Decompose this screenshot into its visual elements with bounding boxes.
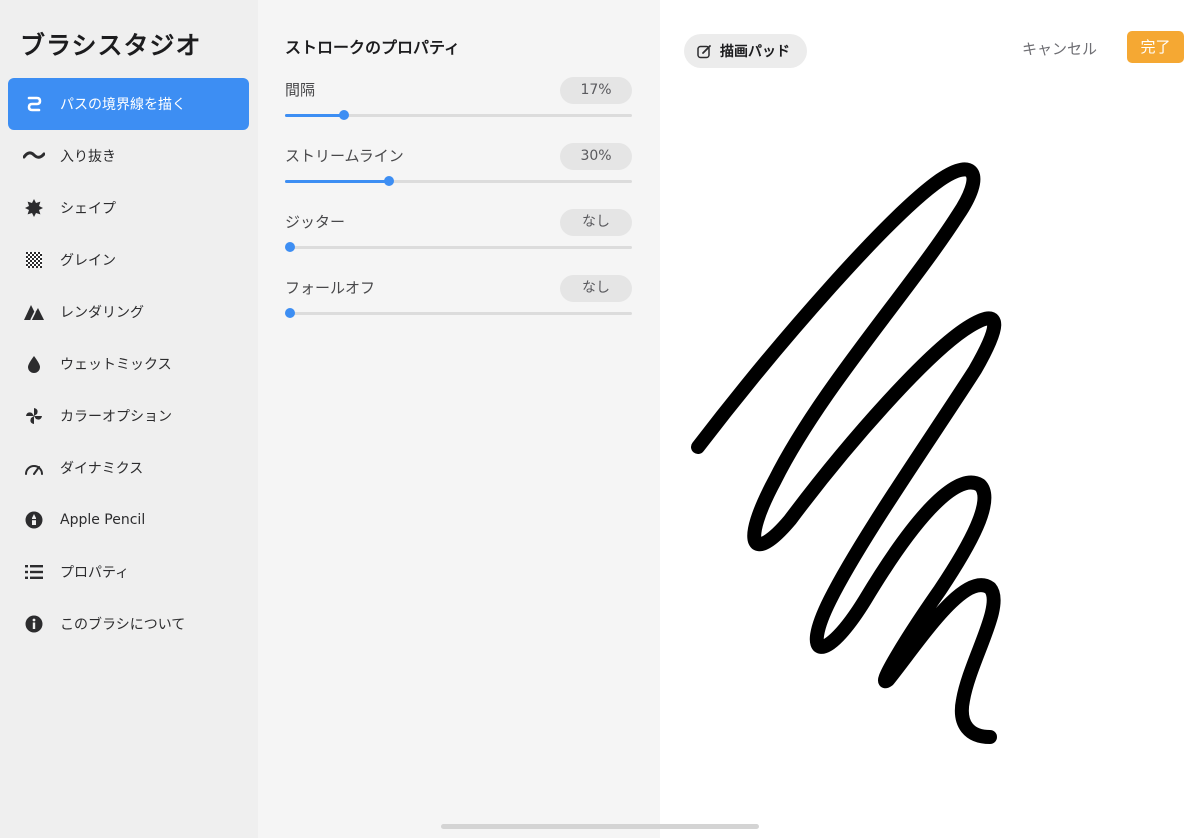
- jitter-slider-knob[interactable]: [285, 242, 295, 252]
- spacing-slider-knob[interactable]: [338, 110, 349, 120]
- color-options-icon: [8, 407, 60, 425]
- taper-icon: [8, 150, 60, 162]
- sidebar-item-dynamics[interactable]: ダイナミクス: [8, 442, 249, 494]
- sidebar-item-rendering[interactable]: レンダリング: [8, 286, 249, 338]
- sidebar-item-label: グレイン: [60, 253, 116, 269]
- wet-mix-icon: [8, 355, 60, 373]
- sidebar-item-apple-pencil[interactable]: Apple Pencil: [8, 494, 249, 546]
- falloff-label: フォールオフ: [285, 279, 376, 297]
- jitter-value[interactable]: なし: [560, 209, 632, 236]
- sidebar: ブラシスタジオ パスの境界線を描く 入り抜き シェイプ グレイン レンダリング …: [0, 0, 258, 838]
- drawing-pad[interactable]: 描画パッド キャンセル 完了: [660, 0, 1200, 838]
- spacing-slider-fill: [285, 114, 344, 117]
- sidebar-item-properties[interactable]: プロパティ: [8, 546, 249, 598]
- sidebar-item-color-options[interactable]: カラーオプション: [8, 390, 249, 442]
- falloff-slider-knob[interactable]: [285, 308, 295, 318]
- sidebar-menu: パスの境界線を描く 入り抜き シェイプ グレイン レンダリング ウェットミックス…: [8, 78, 249, 650]
- grain-icon: [8, 252, 60, 268]
- stroke-path-icon: [8, 94, 60, 114]
- sidebar-item-label: Apple Pencil: [60, 512, 146, 528]
- spacing-slider[interactable]: [285, 110, 632, 120]
- shape-icon: [8, 198, 60, 218]
- streamline-value[interactable]: 30%: [560, 143, 632, 170]
- jitter-label: ジッター: [285, 213, 346, 231]
- sidebar-item-stroke-path[interactable]: パスの境界線を描く: [8, 78, 249, 130]
- rendering-icon: [8, 303, 60, 321]
- falloff-slider[interactable]: [285, 308, 632, 318]
- panel-title: ストロークのプロパティ: [285, 38, 461, 57]
- apple-pencil-icon: [8, 511, 60, 529]
- sidebar-item-label: レンダリング: [60, 305, 144, 321]
- brush-studio-title: ブラシスタジオ: [20, 31, 202, 60]
- properties-icon: [8, 565, 60, 579]
- stroke-properties-panel: ストロークのプロパティ 間隔 17% ストリームライン 30% ジッター なし …: [258, 0, 660, 838]
- about-icon: [8, 615, 60, 633]
- sidebar-item-taper[interactable]: 入り抜き: [8, 130, 249, 182]
- spacing-label: 間隔: [285, 81, 316, 99]
- streamline-label: ストリームライン: [285, 147, 404, 165]
- sidebar-item-label: ウェットミックス: [60, 357, 172, 373]
- sidebar-item-about[interactable]: このブラシについて: [8, 598, 249, 650]
- spacing-value[interactable]: 17%: [560, 77, 632, 104]
- sidebar-item-label: 入り抜き: [60, 149, 116, 165]
- sidebar-item-shape[interactable]: シェイプ: [8, 182, 249, 234]
- sidebar-item-grain[interactable]: グレイン: [8, 234, 249, 286]
- streamline-slider-knob[interactable]: [384, 176, 395, 186]
- sidebar-item-wet-mix[interactable]: ウェットミックス: [8, 338, 249, 390]
- falloff-value[interactable]: なし: [560, 275, 632, 302]
- sidebar-item-label: シェイプ: [60, 201, 116, 217]
- dynamics-icon: [8, 461, 60, 475]
- streamline-slider-fill: [285, 180, 390, 183]
- brush-stroke-preview: [691, 162, 1002, 744]
- sidebar-item-label: パスの境界線を描く: [60, 97, 186, 113]
- sidebar-item-label: プロパティ: [60, 565, 130, 581]
- jitter-slider[interactable]: [285, 242, 632, 252]
- home-indicator: [441, 824, 759, 829]
- streamline-slider[interactable]: [285, 176, 632, 186]
- sidebar-item-label: ダイナミクス: [60, 461, 144, 477]
- sidebar-item-label: カラーオプション: [60, 409, 172, 425]
- sidebar-item-label: このブラシについて: [60, 617, 186, 633]
